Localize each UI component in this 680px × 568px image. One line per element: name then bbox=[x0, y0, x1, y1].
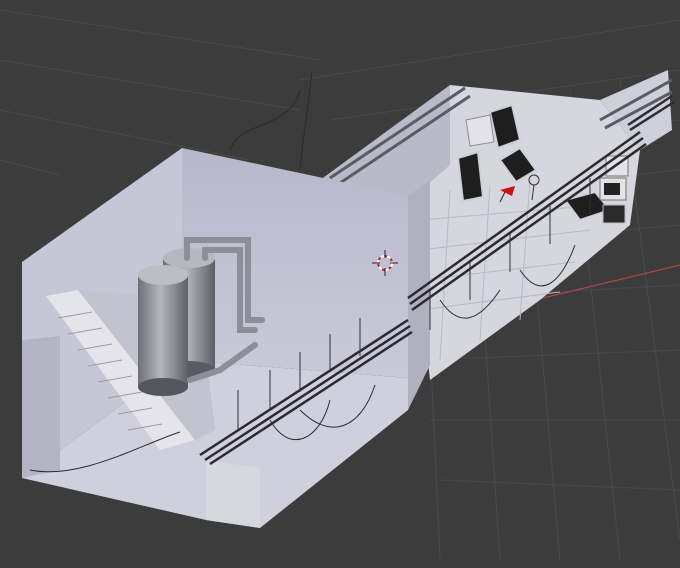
3d-viewport[interactable] bbox=[0, 0, 680, 568]
monitor-panel bbox=[465, 114, 495, 147]
storage-tank bbox=[138, 265, 188, 396]
room-front-wall bbox=[206, 460, 260, 528]
monitor-panel bbox=[602, 204, 626, 224]
viewport-canvas[interactable] bbox=[0, 0, 680, 568]
monitor-panel bbox=[456, 150, 485, 203]
monitor-panel bbox=[604, 183, 620, 195]
